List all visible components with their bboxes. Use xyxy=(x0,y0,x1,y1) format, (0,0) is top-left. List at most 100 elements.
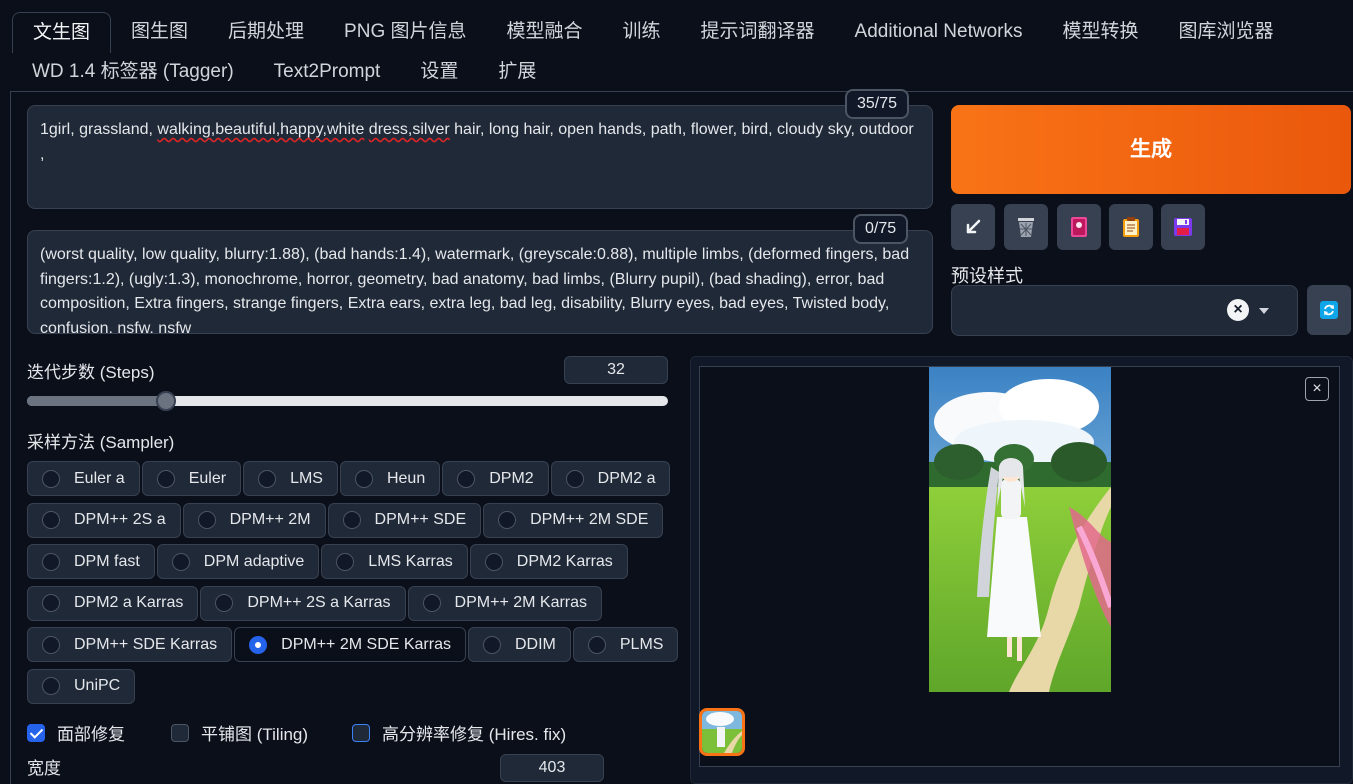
radio-circle[interactable] xyxy=(565,469,584,488)
sampler-row: UniPC xyxy=(27,668,667,704)
tab-7[interactable]: Additional Networks xyxy=(835,12,1043,52)
prompt-text-misspelled: walking,beautiful,happy,white xyxy=(157,121,365,138)
steps-slider-handle[interactable] xyxy=(156,391,177,411)
sampler-option[interactable]: PLMS xyxy=(572,627,679,662)
restore-faces-checkbox[interactable]: 面部修复 xyxy=(27,720,125,745)
clear-styles-icon[interactable]: × xyxy=(1227,299,1249,321)
sampler-row: DPM2 a Karras DPM++ 2S a Karras DPM++ 2M K… xyxy=(27,585,667,621)
checkbox-checked[interactable] xyxy=(27,723,45,742)
positive-prompt-input[interactable]: 1girl, grassland, walking,beautiful,happ… xyxy=(27,105,933,209)
sampler-option[interactable]: UniPC xyxy=(27,668,136,704)
radio-circle[interactable] xyxy=(197,511,216,529)
radio-circle[interactable] xyxy=(342,511,361,529)
negative-prompt-input[interactable]: (worst quality, low quality, blurry:1.88… xyxy=(27,230,933,334)
radio-circle[interactable] xyxy=(42,511,60,529)
sampler-option-label: Heun xyxy=(386,469,426,487)
clear-prompt-button[interactable] xyxy=(1004,204,1048,250)
checkbox-unchecked[interactable] xyxy=(171,723,189,742)
prompt-text: 1girl, grassland, xyxy=(40,121,158,138)
radio-circle[interactable] xyxy=(171,552,190,571)
sampler-option[interactable]: DPM2 Karras xyxy=(469,544,628,579)
save-icon xyxy=(1174,218,1192,236)
sampler-option[interactable]: DPM++ SDE Karras xyxy=(27,627,233,662)
sampler-option[interactable]: DPM++ 2M xyxy=(182,502,326,538)
tab-3[interactable]: PNG 图片信息 xyxy=(324,12,486,52)
width-label: 宽度 xyxy=(27,759,61,778)
sampler-option[interactable]: DPM++ SDE xyxy=(327,502,482,538)
sampler-option-label: DPM++ 2M Karras xyxy=(454,594,588,611)
tab-8[interactable]: 模型转换 xyxy=(1042,12,1158,52)
radio-circle[interactable] xyxy=(587,635,606,654)
save-style-button[interactable] xyxy=(1161,204,1205,250)
negative-prompt-text: (worst quality, low quality, blurry:1.88… xyxy=(40,246,910,334)
panel-border xyxy=(10,91,11,784)
apply-style-button[interactable] xyxy=(1109,204,1153,250)
tab-4[interactable]: 模型融合 xyxy=(487,12,603,52)
sampler-option[interactable]: DPM adaptive xyxy=(156,544,320,579)
tab-2[interactable]: 后期处理 xyxy=(208,12,324,52)
tab-divider xyxy=(10,91,1353,92)
radio-circle[interactable] xyxy=(249,635,268,654)
tab-row2-1[interactable]: Text2Prompt xyxy=(254,52,401,92)
sampler-option[interactable]: DPM2 a Karras xyxy=(27,585,199,621)
radio-circle[interactable] xyxy=(354,469,373,488)
tab-row2-2[interactable]: 设置 xyxy=(400,52,478,92)
sampler-option[interactable]: DPM++ 2S a Karras xyxy=(200,585,406,621)
sampler-option[interactable]: Heun xyxy=(339,461,441,496)
sampler-option[interactable]: DDIM xyxy=(467,627,571,662)
radio-circle[interactable] xyxy=(42,552,60,571)
sampler-option[interactable]: LMS Karras xyxy=(321,544,468,579)
gallery-thumbnail[interactable] xyxy=(699,708,745,756)
hires-fix-checkbox[interactable]: 高分辨率修复 (Hires. fix) xyxy=(352,720,566,745)
extra-networks-button[interactable] xyxy=(1057,204,1101,250)
tab-6[interactable]: 提示词翻译器 xyxy=(681,12,835,52)
radio-circle[interactable] xyxy=(42,469,60,488)
negative-token-counter: 0/75 xyxy=(853,214,909,244)
sampler-option[interactable]: Euler a xyxy=(27,461,140,496)
chevron-down-icon[interactable] xyxy=(1259,308,1269,314)
radio-circle[interactable] xyxy=(422,594,441,612)
sampler-option[interactable]: LMS xyxy=(243,461,338,496)
sampler-option[interactable]: Euler xyxy=(141,461,242,496)
sampler-option[interactable]: DPM2 a xyxy=(550,461,671,496)
radio-circle[interactable] xyxy=(42,594,60,612)
generate-button[interactable]: 生成 xyxy=(951,105,1351,194)
sampler-option[interactable]: DPM fast xyxy=(27,544,155,579)
tab-row2-0[interactable]: WD 1.4 标签器 (Tagger) xyxy=(12,52,254,92)
radio-circle[interactable] xyxy=(42,677,60,695)
sampler-option[interactable]: DPM++ 2M SDE Karras xyxy=(234,627,466,662)
radio-circle[interactable] xyxy=(42,635,60,654)
radio-circle[interactable] xyxy=(215,594,234,612)
radio-circle[interactable] xyxy=(156,469,175,488)
radio-circle[interactable] xyxy=(258,469,277,488)
positive-token-counter: 35/75 xyxy=(845,89,910,119)
sampler-option-label: DPM++ 2M SDE Karras xyxy=(281,635,451,653)
width-number-input[interactable]: 403 xyxy=(500,754,604,782)
generated-image[interactable] xyxy=(929,367,1111,692)
tab-9[interactable]: 图库浏览器 xyxy=(1158,12,1293,52)
styles-dropdown[interactable]: × xyxy=(951,285,1298,336)
radio-circle[interactable] xyxy=(498,511,517,529)
hires-fix-label: 高分辨率修复 (Hires. fix) xyxy=(382,725,567,744)
refresh-styles-button[interactable] xyxy=(1307,285,1351,335)
extra-networks-icon xyxy=(1071,217,1087,237)
steps-slider[interactable] xyxy=(27,396,668,406)
tab-5[interactable]: 训练 xyxy=(603,12,681,52)
sampler-option[interactable]: DPM++ 2M Karras xyxy=(407,585,603,621)
paste-params-button[interactable] xyxy=(951,204,995,250)
tiling-checkbox[interactable]: 平铺图 (Tiling) xyxy=(171,720,308,745)
steps-number-input[interactable]: 32 xyxy=(564,356,668,384)
checkbox-unchecked[interactable] xyxy=(352,723,370,742)
tab-row2-3[interactable]: 扩展 xyxy=(478,52,556,92)
radio-circle[interactable] xyxy=(482,635,501,654)
radio-circle[interactable] xyxy=(484,552,503,571)
radio-circle[interactable] xyxy=(336,552,355,571)
gallery-close-button[interactable]: × xyxy=(1305,377,1329,401)
radio-circle[interactable] xyxy=(457,469,476,488)
sampler-option[interactable]: DPM++ 2M SDE xyxy=(483,502,664,538)
sampler-option[interactable]: DPM++ 2S a xyxy=(27,502,181,538)
sampler-option[interactable]: DPM2 xyxy=(442,461,549,496)
tab-1[interactable]: 图生图 xyxy=(111,12,208,52)
sampler-row: Euler a Euler LMS Heun DPM2 DPM2 a xyxy=(27,461,671,496)
tab-0[interactable]: 文生图 xyxy=(12,11,112,53)
